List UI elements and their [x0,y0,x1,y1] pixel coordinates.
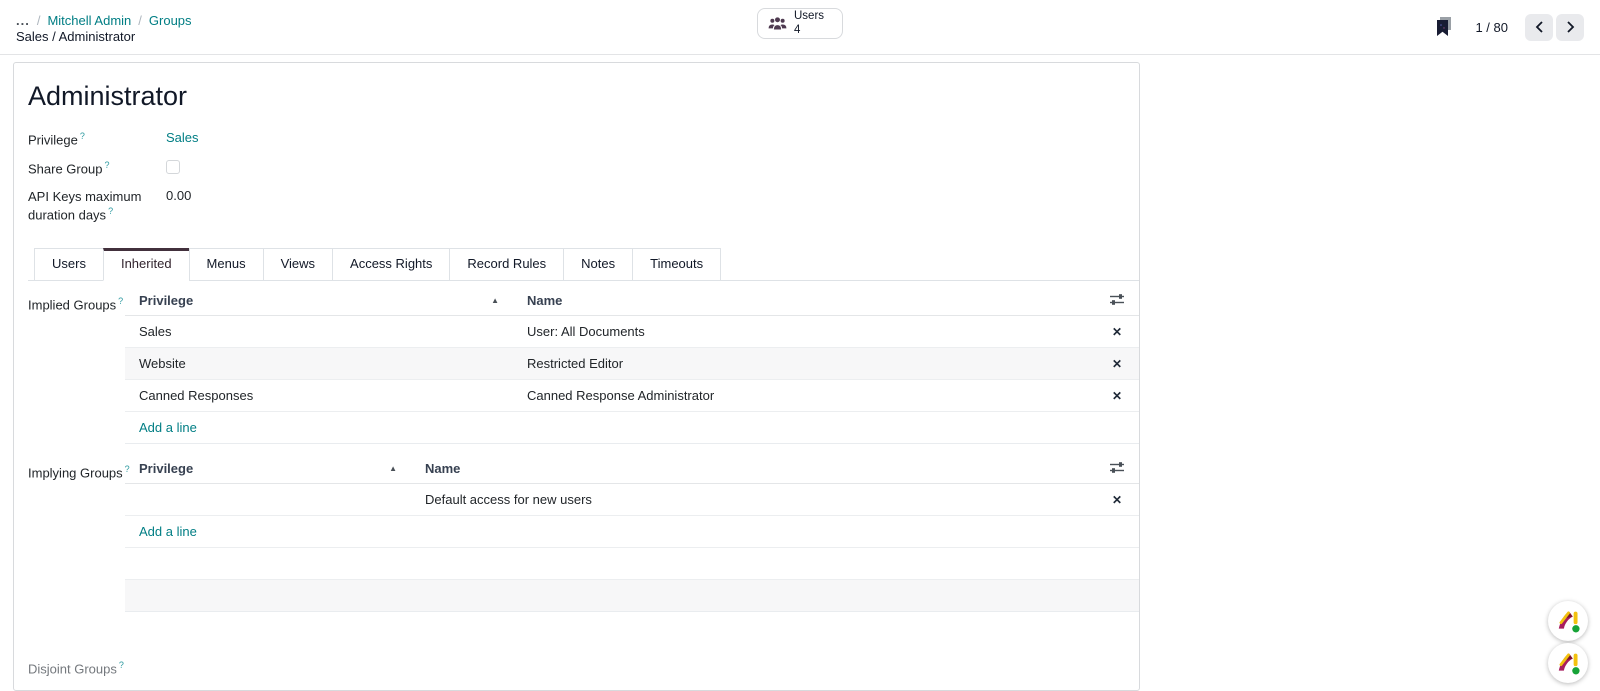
implied-groups-table: Privilege ▲ Name [125,286,1139,444]
users-stat-button[interactable]: Users 4 [757,8,843,39]
cell-privilege[interactable] [125,483,411,515]
record-title: Administrator [28,81,1139,112]
empty-filler-row [125,579,1139,611]
delete-row-button[interactable]: ✕ [1112,325,1122,339]
help-icon[interactable]: ? [108,206,113,216]
tab-notes[interactable]: Notes [563,248,633,281]
api-keys-duration-value[interactable]: 0.00 [166,188,191,203]
help-icon[interactable]: ? [80,131,85,141]
sort-ascending-icon: ▲ [491,296,499,305]
chevron-left-icon [1535,21,1544,33]
breadcrumb-separator: / [37,14,41,27]
field-label-share-group: Share Group? [28,159,152,178]
column-header-privilege[interactable]: Privilege ▲ [125,286,513,316]
users-stat-label: Users [794,10,824,23]
add-a-line-link[interactable]: Add a line [139,524,197,539]
cell-privilege[interactable]: Sales [125,315,513,347]
tab-users[interactable]: Users [34,248,104,281]
tab-timeouts[interactable]: Timeouts [632,248,721,281]
column-header-name[interactable]: Name [411,454,1095,484]
pager-next-button[interactable] [1556,14,1584,41]
tab-views[interactable]: Views [263,248,333,281]
help-icon[interactable]: ? [118,296,123,306]
delete-row-button[interactable]: ✕ [1112,357,1122,371]
help-icon[interactable]: ? [119,660,124,670]
tab-content-inherited: Implied Groups? Privilege ▲ Name [28,281,1139,676]
privilege-value-link[interactable]: Sales [166,130,199,145]
empty-filler-row [125,547,1139,579]
table-row[interactable]: Canned Responses Canned Response Adminis… [125,379,1139,411]
tab-access-rights[interactable]: Access Rights [332,248,450,281]
bookmark-button[interactable] [1434,17,1453,37]
notebook-tabs: Users Inherited Menus Views Access Right… [28,248,1139,281]
bookmark-icon [1434,17,1453,37]
cell-privilege[interactable]: Website [125,347,513,379]
field-label-implied-groups: Implied Groups? [28,286,125,312]
table-row[interactable]: Website Restricted Editor ✕ [125,347,1139,379]
table-header-row: Privilege ▲ Name [125,286,1139,316]
breadcrumb-current-record: Sales / Administrator [16,30,192,43]
tab-inherited[interactable]: Inherited [103,248,190,281]
delete-row-button[interactable]: ✕ [1112,389,1122,403]
breadcrumb-link-mitchell-admin[interactable]: Mitchell Admin [47,14,131,27]
form-sheet: Administrator Privilege? Sales Share Gro… [13,62,1140,691]
disjoint-groups-section: Disjoint Groups? [28,650,1139,676]
users-stat-count: 4 [794,24,824,37]
cell-name[interactable]: Canned Response Administrator [513,379,1095,411]
field-label-api-keys-duration: API Keys maximum duration days? [28,188,152,224]
ai-logo-icon [1555,650,1581,676]
optional-columns-button[interactable] [1110,293,1124,306]
implied-groups-section: Implied Groups? Privilege ▲ Name [28,286,1139,454]
implying-groups-table: Privilege ▲ Name [125,454,1139,612]
breadcrumb-separator: / [138,14,142,27]
field-label-implying-groups: Implying Groups? [28,454,125,480]
ai-assistant-badge[interactable] [1548,601,1588,641]
field-label-disjoint-groups: Disjoint Groups? [28,650,125,676]
column-header-name[interactable]: Name [513,286,1095,316]
optional-columns-header [1095,454,1139,484]
table-header-row: Privilege ▲ Name [125,454,1139,484]
table-row[interactable]: Sales User: All Documents ✕ [125,315,1139,347]
sort-ascending-icon: ▲ [389,464,397,473]
implying-groups-section: Implying Groups? Privilege ▲ Name [28,454,1139,622]
pager-value: 1 / 80 [1475,20,1508,35]
chevron-right-icon [1566,21,1575,33]
add-line-row: Add a line [125,411,1139,443]
share-group-checkbox[interactable] [166,160,180,174]
sliders-icon [1110,293,1124,306]
sliders-icon [1110,461,1124,474]
cell-name[interactable]: User: All Documents [513,315,1095,347]
cell-name[interactable]: Default access for new users [411,483,1095,515]
breadcrumb-overflow-button[interactable]: ... [16,14,30,27]
column-header-privilege[interactable]: Privilege ▲ [125,454,411,484]
table-row[interactable]: Default access for new users ✕ [125,483,1139,515]
delete-row-button[interactable]: ✕ [1112,493,1122,507]
cell-privilege[interactable]: Canned Responses [125,379,513,411]
breadcrumb: ... / Mitchell Admin / Groups Sales / Ad… [16,12,192,43]
users-group-icon [768,16,787,31]
add-line-row: Add a line [125,515,1139,547]
cell-name[interactable]: Restricted Editor [513,347,1095,379]
ai-assistant-badge[interactable] [1548,643,1588,683]
optional-columns-button[interactable] [1110,461,1124,474]
tab-record-rules[interactable]: Record Rules [449,248,564,281]
add-a-line-link[interactable]: Add a line [139,420,197,435]
pager-previous-button[interactable] [1525,14,1553,41]
help-icon[interactable]: ? [104,160,109,170]
field-label-privilege: Privilege? [28,130,152,149]
ai-logo-icon [1555,608,1581,634]
optional-columns-header [1095,286,1139,316]
control-panel: ... / Mitchell Admin / Groups Sales / Ad… [0,0,1600,55]
tab-menus[interactable]: Menus [189,248,264,281]
breadcrumb-link-groups[interactable]: Groups [149,14,192,27]
